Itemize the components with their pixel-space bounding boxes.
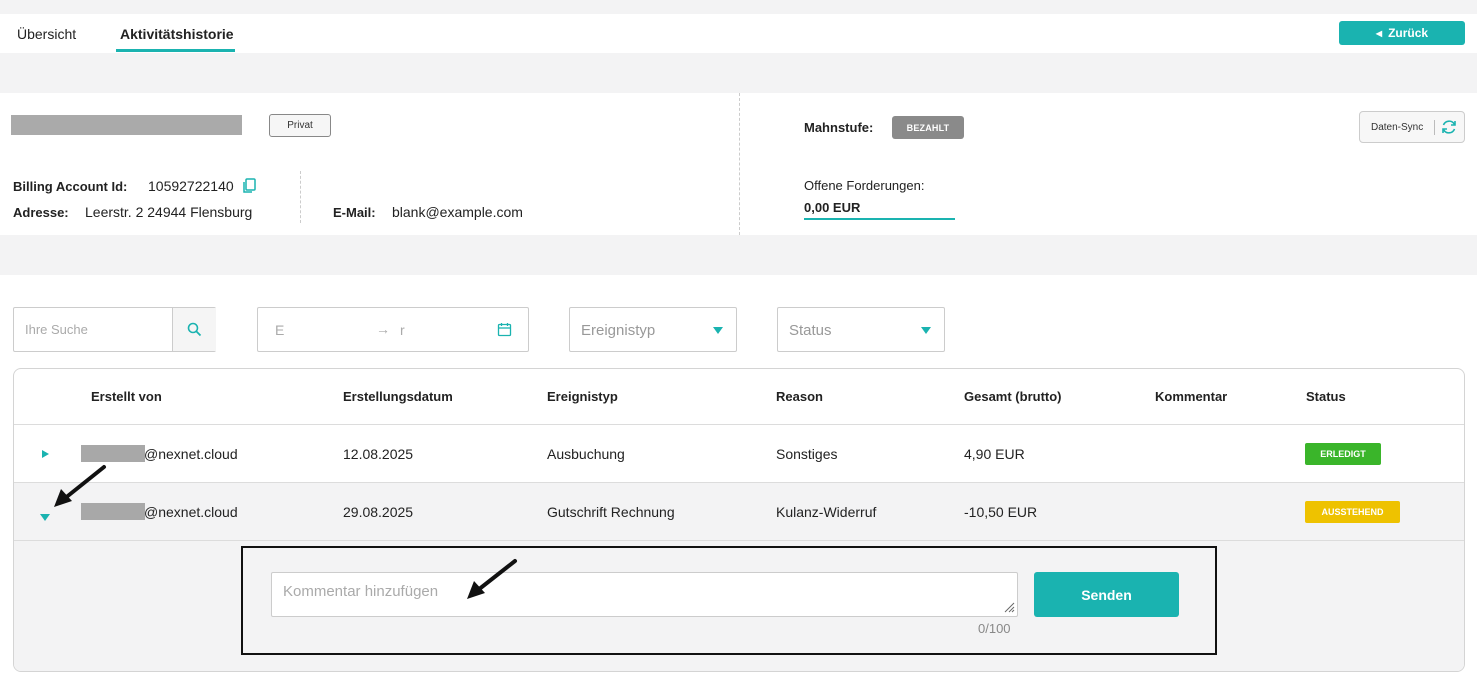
tab-activity-history[interactable]: Aktivitätshistorie bbox=[120, 26, 234, 42]
status-badge: AUSSTEHEND bbox=[1305, 501, 1400, 523]
divider bbox=[300, 171, 301, 223]
copy-icon[interactable] bbox=[242, 178, 256, 194]
total-gross: 4,90 EUR bbox=[964, 446, 1025, 462]
column-header-reason[interactable]: Reason bbox=[776, 389, 823, 404]
column-header-event-type[interactable]: Ereignistyp bbox=[547, 389, 618, 404]
column-header-created-date[interactable]: Erstellungsdatum bbox=[343, 389, 453, 404]
open-claims-underline bbox=[804, 218, 955, 220]
date-range-picker[interactable]: E → r bbox=[257, 307, 529, 352]
annotation-highlight-box bbox=[241, 546, 1217, 655]
collapse-row-icon[interactable] bbox=[40, 514, 50, 521]
column-header-status[interactable]: Status bbox=[1306, 389, 1346, 404]
status-badge: ERLEDIGT bbox=[1305, 443, 1381, 465]
search-icon bbox=[187, 322, 202, 337]
refresh-icon bbox=[1442, 120, 1456, 134]
caret-down-icon bbox=[713, 327, 723, 334]
caret-left-icon: ◀ bbox=[1375, 28, 1383, 38]
divider bbox=[739, 93, 740, 235]
column-header-created-by[interactable]: Erstellt von bbox=[91, 389, 162, 404]
search-input[interactable] bbox=[14, 308, 172, 351]
search-box bbox=[13, 307, 216, 352]
address-value: Leerstr. 2 24944 Flensburg bbox=[85, 204, 253, 220]
created-by-email: @nexnet.cloud bbox=[144, 504, 238, 520]
data-sync-label: Daten-Sync bbox=[1371, 121, 1424, 133]
customer-type-badge: Privat bbox=[269, 114, 331, 137]
expand-row-icon[interactable] bbox=[42, 450, 49, 458]
created-date: 12.08.2025 bbox=[343, 446, 414, 462]
search-button[interactable] bbox=[172, 308, 216, 351]
calendar-icon bbox=[497, 323, 512, 337]
email-value: blank@example.com bbox=[392, 204, 523, 220]
table-row[interactable]: @nexnet.cloud 12.08.2025 Ausbuchung Sons… bbox=[14, 424, 1464, 482]
billing-account-id: 10592722140 bbox=[148, 178, 234, 194]
created-date: 29.08.2025 bbox=[343, 504, 414, 520]
active-tab-indicator bbox=[116, 49, 235, 52]
open-claims-label: Offene Forderungen: bbox=[804, 178, 925, 193]
created-by-email: @nexnet.cloud bbox=[144, 446, 238, 462]
redacted-username bbox=[81, 503, 145, 520]
email-label: E-Mail: bbox=[333, 205, 376, 220]
address-label: Adresse: bbox=[13, 205, 69, 220]
event-type-select-label: Ereignistyp bbox=[581, 322, 656, 339]
event-type: Ausbuchung bbox=[547, 446, 625, 462]
status-select-label: Status bbox=[789, 322, 832, 339]
back-button-label: Zurück bbox=[1388, 26, 1429, 40]
mahnstufe-label: Mahnstufe: bbox=[804, 120, 874, 135]
redacted-customer-name bbox=[11, 115, 242, 135]
divider bbox=[1434, 120, 1435, 135]
redacted-username bbox=[81, 445, 145, 462]
total-gross: -10,50 EUR bbox=[964, 504, 1038, 520]
back-button[interactable]: ◀ Zurück bbox=[1339, 21, 1465, 45]
status-select[interactable]: Status bbox=[777, 307, 945, 352]
tab-bar: Übersicht Aktivitätshistorie ◀ Zurück bbox=[0, 14, 1477, 53]
date-start-placeholder: E bbox=[275, 322, 285, 338]
reason: Sonstiges bbox=[776, 446, 838, 462]
caret-down-icon bbox=[921, 327, 931, 334]
reason: Kulanz-Widerruf bbox=[776, 504, 877, 520]
account-panel: Privat Billing Account Id: 10592722140 A… bbox=[0, 93, 1477, 235]
column-header-comment[interactable]: Kommentar bbox=[1155, 389, 1227, 404]
arrow-right-icon: → bbox=[376, 321, 390, 337]
tab-overview[interactable]: Übersicht bbox=[17, 26, 76, 42]
mahnstufe-badge: BEZAHLT bbox=[892, 116, 964, 139]
open-claims-value: 0,00 EUR bbox=[804, 200, 861, 215]
table-row[interactable]: @nexnet.cloud 29.08.2025 Gutschrift Rech… bbox=[14, 482, 1464, 540]
event-type: Gutschrift Rechnung bbox=[547, 504, 675, 520]
column-header-total[interactable]: Gesamt (brutto) bbox=[964, 389, 1062, 404]
event-type-select[interactable]: Ereignistyp bbox=[569, 307, 737, 352]
date-end-placeholder: r bbox=[400, 322, 405, 338]
data-sync-button[interactable]: Daten-Sync bbox=[1359, 111, 1465, 143]
billing-account-label: Billing Account Id: bbox=[13, 179, 128, 194]
